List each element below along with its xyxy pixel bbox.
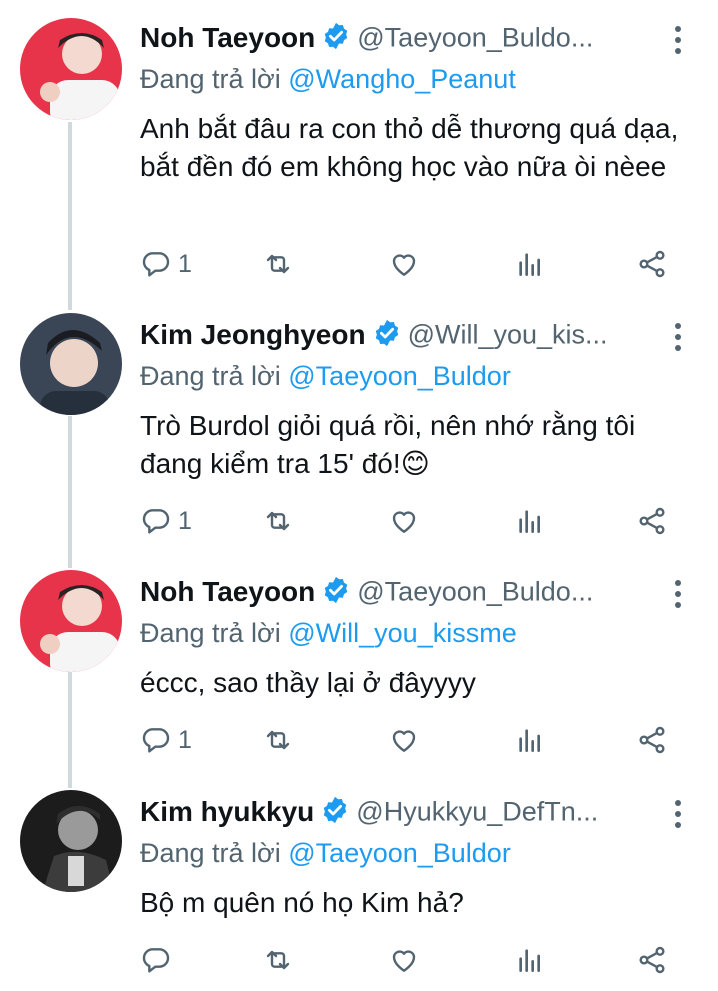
more-vertical-icon[interactable] [668,323,688,357]
avatar[interactable] [20,313,122,415]
user-handle[interactable]: @Taeyoon_Buldo... [357,577,593,607]
tweet[interactable]: Kim Jeonghyeon @Will_you_kis... Đang trả … [0,307,718,557]
reply-icon [142,728,170,753]
user-handle[interactable]: @Will_you_kis... [408,320,608,350]
replying-to: Đang trả lời @Taeyoon_Buldor [140,361,511,392]
retweet-icon [266,730,290,750]
replying-label: Đang trả lời [140,838,289,868]
avatar[interactable] [20,570,122,672]
reply-button[interactable]: 1 [140,720,192,760]
tweet-text: Bộ m quên nó họ Kim hả? [140,887,464,918]
avatar[interactable] [20,790,122,892]
reply-button[interactable]: 1 [140,501,192,541]
reply-count: 1 [178,249,192,278]
reply-count: 1 [178,506,192,535]
reply-count: 1 [178,725,192,754]
like-icon [392,730,416,752]
like-button[interactable] [388,244,420,284]
more-vertical-icon[interactable] [668,800,688,834]
more-vertical-icon[interactable] [668,580,688,614]
tweet-header: Noh Taeyoon @Taeyoon_Buldo... [140,576,680,616]
display-name[interactable]: Kim Jeonghyeon [140,319,366,350]
display-name[interactable]: Kim hyukkyu [140,796,314,827]
reply-icon [142,509,170,534]
reply-icon [142,252,170,277]
share-icon [639,946,665,974]
reply-to-link[interactable]: @Taeyoon_Buldor [288,838,511,868]
like-icon [392,254,416,276]
reply-button[interactable]: 1 [140,244,192,284]
action-bar [140,940,680,980]
replying-label: Đang trả lời [140,64,289,94]
verified-badge-icon [321,576,351,605]
tweet[interactable]: Noh Taeyoon @Taeyoon_Buldo... Đang trả lờ… [0,564,718,778]
replying-to: Đang trả lời @Taeyoon_Buldor [140,838,511,869]
user-handle[interactable]: @Hyukkyu_DefTn... [356,797,598,827]
like-button[interactable] [388,720,420,760]
replying-label: Đang trả lời [140,618,289,648]
like-button[interactable] [388,940,420,980]
tweet[interactable]: Kim hyukkyu @Hyukkyu_DefTn... Đang trả lờ… [0,784,718,991]
like-icon [392,511,416,533]
retweet-icon [266,254,290,274]
tweet-text: Anh bắt đâu ra con thỏ dễ thương quá dạa… [140,113,679,182]
tweet-text: Trò Burdol giỏi quá rồi, nên nhớ rằng tô… [140,410,636,479]
verified-badge-icon [320,796,350,825]
display-name[interactable]: Noh Taeyoon [140,576,315,607]
retweet-icon [266,950,290,970]
replying-label: Đang trả lời [140,361,289,391]
like-button[interactable] [388,501,420,541]
views-button[interactable] [514,244,546,284]
retweet-button[interactable] [262,940,294,980]
like-icon [392,950,416,972]
more-vertical-icon[interactable] [668,26,688,60]
reply-icon [142,948,170,973]
action-bar: 1 [140,501,680,541]
views-icon [519,253,540,276]
replying-to: Đang trả lời @Wangho_Peanut [140,64,516,95]
verified-badge-icon [321,22,351,51]
action-bar: 1 [140,720,680,760]
tweet-header: Kim Jeonghyeon @Will_you_kis... [140,319,680,359]
tweet-text: éccc, sao thầy lại ở đâyyyy [140,667,476,698]
share-button[interactable] [636,720,668,760]
replying-to: Đang trả lời @Will_you_kissme [140,618,517,649]
retweet-icon [266,511,290,531]
action-bar: 1 [140,244,680,284]
tweet[interactable]: Noh Taeyoon @Taeyoon_Buldo... Đang trả lờ… [0,10,718,300]
tweet-header: Kim hyukkyu @Hyukkyu_DefTn... [140,796,680,836]
share-button[interactable] [636,244,668,284]
verified-badge-icon [372,319,402,348]
display-name[interactable]: Noh Taeyoon [140,22,315,53]
retweet-button[interactable] [262,244,294,284]
share-icon [639,507,665,535]
views-icon [519,510,540,533]
views-icon [519,729,540,752]
reply-to-link[interactable]: @Will_you_kissme [288,618,516,648]
views-button[interactable] [514,720,546,760]
views-icon [519,949,540,972]
retweet-button[interactable] [262,720,294,760]
user-handle[interactable]: @Taeyoon_Buldo... [357,23,593,53]
reply-button[interactable] [140,940,178,980]
reply-to-link[interactable]: @Taeyoon_Buldor [288,361,511,391]
views-button[interactable] [514,940,546,980]
share-button[interactable] [636,940,668,980]
reply-to-link[interactable]: @Wangho_Peanut [288,64,516,94]
share-icon [639,726,665,754]
share-button[interactable] [636,501,668,541]
avatar[interactable] [20,18,122,120]
retweet-button[interactable] [262,501,294,541]
tweet-header: Noh Taeyoon @Taeyoon_Buldo... [140,22,680,62]
views-button[interactable] [514,501,546,541]
share-icon [639,250,665,278]
